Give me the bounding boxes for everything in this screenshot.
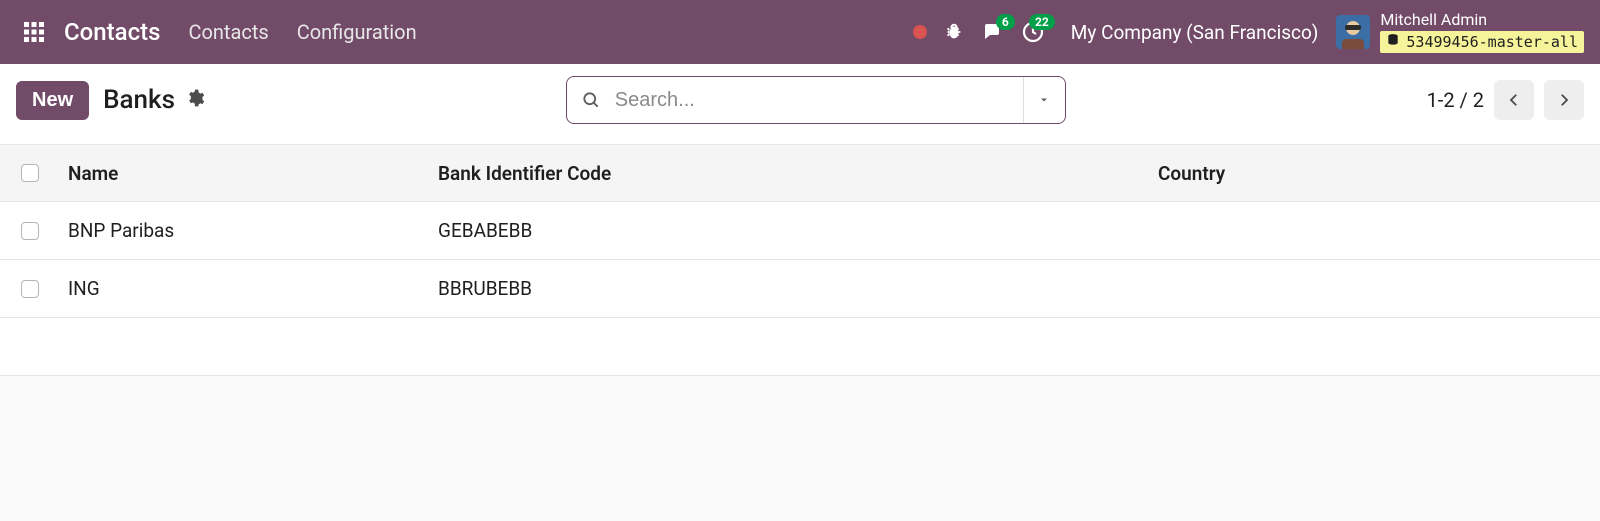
search-options-toggle[interactable] bbox=[1023, 77, 1065, 123]
user-menu[interactable]: Mitchell Admin 53499456-master-all bbox=[1380, 11, 1584, 53]
company-switcher[interactable]: My Company (San Francisco) bbox=[1071, 21, 1319, 44]
column-header-country[interactable]: Country bbox=[1150, 162, 1600, 185]
debug-icon[interactable] bbox=[943, 21, 965, 43]
row-checkbox[interactable] bbox=[21, 280, 39, 298]
nav-link-configuration[interactable]: Configuration bbox=[297, 20, 417, 44]
search-input[interactable] bbox=[615, 89, 1023, 112]
nav-link-contacts[interactable]: Contacts bbox=[188, 20, 268, 44]
search-icon bbox=[567, 90, 615, 110]
apps-menu-button[interactable] bbox=[16, 14, 52, 50]
status-indicator-dot[interactable] bbox=[913, 25, 927, 39]
table-row[interactable]: ING BBRUBEBB bbox=[0, 260, 1600, 318]
database-name: 53499456-master-all bbox=[1406, 33, 1578, 51]
list-view: Name Bank Identifier Code Country BNP Pa… bbox=[0, 144, 1600, 376]
cell-bic: BBRUBEBB bbox=[430, 277, 1150, 300]
activities-badge: 22 bbox=[1029, 14, 1055, 30]
row-checkbox[interactable] bbox=[21, 222, 39, 240]
select-all-checkbox[interactable] bbox=[21, 164, 39, 182]
pager-prev-button[interactable] bbox=[1494, 80, 1534, 120]
pager-next-button[interactable] bbox=[1544, 80, 1584, 120]
table-row[interactable]: BNP Paribas GEBABEBB bbox=[0, 202, 1600, 260]
app-brand[interactable]: Contacts bbox=[64, 18, 160, 46]
pager: 1-2 / 2 bbox=[1427, 80, 1584, 120]
cell-name: BNP Paribas bbox=[60, 219, 430, 242]
cell-bic: GEBABEBB bbox=[430, 219, 1150, 242]
user-avatar[interactable] bbox=[1336, 15, 1370, 49]
top-navbar: Contacts Contacts Configuration 6 22 My … bbox=[0, 0, 1600, 64]
messaging-icon[interactable]: 6 bbox=[981, 20, 1005, 44]
gear-icon[interactable] bbox=[185, 88, 205, 112]
messaging-badge: 6 bbox=[996, 14, 1015, 30]
database-icon bbox=[1386, 33, 1400, 51]
activities-icon[interactable]: 22 bbox=[1021, 20, 1045, 44]
breadcrumb: Banks bbox=[103, 85, 175, 115]
user-name: Mitchell Admin bbox=[1380, 11, 1584, 29]
list-footer bbox=[0, 318, 1600, 376]
list-header-row: Name Bank Identifier Code Country bbox=[0, 144, 1600, 202]
database-pill: 53499456-master-all bbox=[1380, 31, 1584, 53]
new-button[interactable]: New bbox=[16, 81, 89, 120]
column-header-bic[interactable]: Bank Identifier Code bbox=[430, 162, 1150, 185]
cell-name: ING bbox=[60, 277, 430, 300]
pager-text[interactable]: 1-2 / 2 bbox=[1427, 88, 1484, 112]
search-bar bbox=[566, 76, 1066, 124]
control-panel: New Banks 1-2 / 2 bbox=[0, 64, 1600, 144]
column-header-name[interactable]: Name bbox=[60, 162, 430, 185]
